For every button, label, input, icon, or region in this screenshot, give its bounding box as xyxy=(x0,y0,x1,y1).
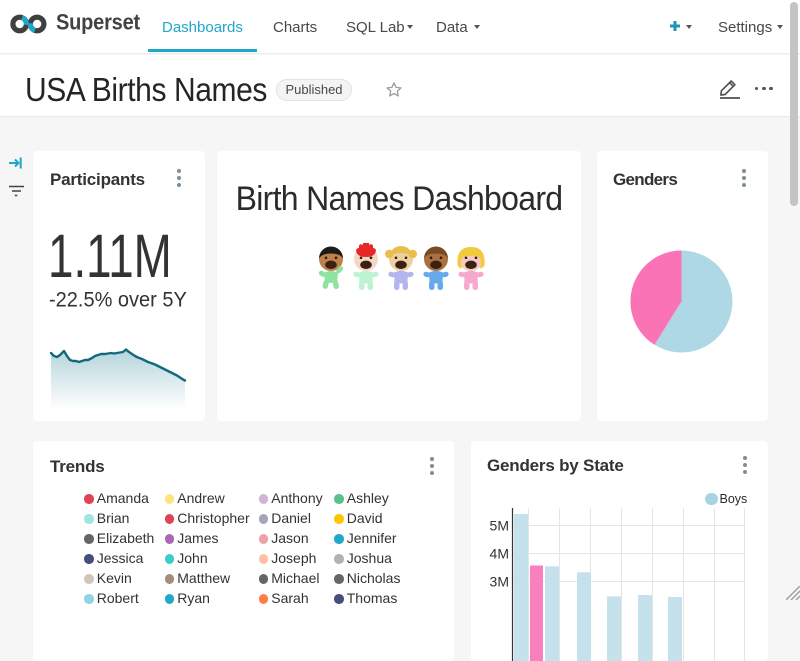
svg-text:4M: 4M xyxy=(490,546,509,562)
svg-text:3M: 3M xyxy=(490,574,509,590)
svg-text:5M: 5M xyxy=(490,518,509,534)
